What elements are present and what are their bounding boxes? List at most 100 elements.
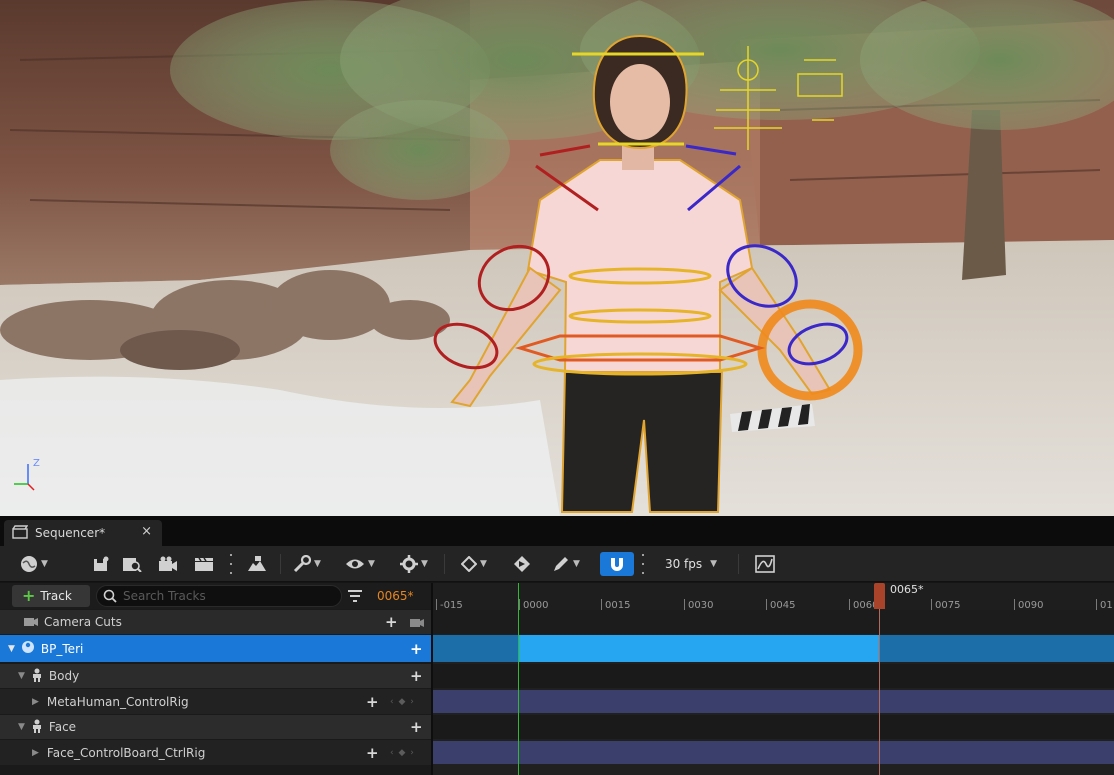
chevron-down-icon: ▼ bbox=[421, 559, 428, 569]
track-outliner: + Track 0065* Camera Cuts + ▼ BP_Teri + … bbox=[0, 583, 432, 775]
toolbar-divider bbox=[444, 554, 445, 574]
add-icon[interactable]: + bbox=[366, 744, 379, 762]
search-box[interactable] bbox=[96, 585, 342, 607]
track-label: Body bbox=[48, 669, 80, 683]
magnet-icon bbox=[611, 558, 623, 571]
save-button[interactable] bbox=[90, 552, 112, 576]
track-row-body[interactable]: ▼ Body + bbox=[0, 664, 432, 688]
track-row-face[interactable]: ▼ Face + bbox=[0, 715, 432, 739]
curve-editor-button[interactable] bbox=[752, 552, 778, 576]
add-track-button[interactable]: + Track bbox=[12, 585, 90, 607]
edit-mode-menu[interactable]: ▼ bbox=[546, 552, 586, 576]
skeleton-icon bbox=[31, 668, 43, 685]
find-icon bbox=[123, 558, 142, 572]
search-icon bbox=[103, 589, 117, 603]
chevron-down-icon: ▼ bbox=[41, 559, 48, 569]
chevron-down-icon: ▼ bbox=[314, 559, 321, 569]
close-icon[interactable]: × bbox=[141, 524, 152, 539]
clapper-button[interactable] bbox=[192, 552, 216, 576]
chevron-down-icon: ▼ bbox=[480, 559, 487, 569]
playhead-line[interactable] bbox=[879, 583, 880, 775]
settings-menu[interactable]: ▼ bbox=[394, 552, 434, 576]
lane-bp-teri[interactable] bbox=[433, 635, 1114, 662]
current-frame-readout[interactable]: 0065* bbox=[377, 589, 414, 603]
key-navigation[interactable]: ‹ ◆ › bbox=[390, 697, 415, 707]
expand-arrow-icon[interactable]: ▼ bbox=[18, 722, 25, 732]
time-ruler[interactable]: -015 0000 0015 0030 0045 0060 0075 0090 01 bbox=[433, 583, 1114, 611]
playback-start-marker[interactable] bbox=[518, 583, 519, 775]
track-label: Camera Cuts bbox=[44, 615, 122, 629]
find-asset-button[interactable] bbox=[120, 552, 144, 576]
plus-icon: + bbox=[22, 586, 36, 605]
eye-icon bbox=[346, 559, 365, 569]
section-metahuman-controlrig[interactable] bbox=[433, 690, 1114, 713]
toolbar-divider bbox=[738, 554, 739, 574]
key-diamond-icon bbox=[461, 556, 478, 572]
filter-icon[interactable] bbox=[347, 589, 363, 603]
track-row-metahuman-controlrig[interactable]: ▶ MetaHuman_ControlRig + ‹ ◆ › bbox=[0, 689, 432, 714]
timeline-area[interactable]: -015 0000 0015 0030 0045 0060 0075 0090 01 0065* bbox=[433, 583, 1114, 775]
snap-toggle-button[interactable] bbox=[600, 552, 634, 576]
wrench-icon bbox=[293, 555, 312, 573]
track-label: Face_ControlBoard_CtrlRig bbox=[46, 745, 206, 760]
level-viewport[interactable]: Z bbox=[0, 0, 1114, 516]
section-bp-teri[interactable] bbox=[518, 635, 879, 662]
chevron-down-icon: ▼ bbox=[368, 559, 375, 569]
track-row-face-controlboard[interactable]: ▶ Face_ControlBoard_CtrlRig + ‹ ◆ › bbox=[0, 740, 432, 765]
track-label: MetaHuman_ControlRig bbox=[46, 694, 189, 709]
add-icon[interactable]: + bbox=[410, 667, 423, 685]
collapse-arrow-icon[interactable]: ▶ bbox=[32, 748, 39, 758]
frame-rate-select[interactable]: 30 fps ▼ bbox=[658, 552, 724, 576]
collapse-arrow-icon[interactable]: ▶ bbox=[32, 697, 39, 707]
render-icon bbox=[248, 556, 266, 571]
actor-icon bbox=[21, 640, 35, 657]
world-button[interactable]: ▼ bbox=[14, 552, 54, 576]
add-icon[interactable]: + bbox=[385, 613, 398, 631]
tab-sequencer[interactable]: Sequencer* × bbox=[4, 520, 162, 546]
character-face bbox=[610, 64, 670, 140]
viewport-scene: Z bbox=[0, 0, 1114, 516]
skeleton-icon bbox=[31, 719, 43, 736]
curve-editor-icon bbox=[755, 555, 775, 573]
axis-z-label: Z bbox=[33, 458, 40, 469]
camera-button[interactable] bbox=[156, 552, 180, 576]
lane-face[interactable] bbox=[433, 715, 1114, 739]
track-row-camera-cuts[interactable]: Camera Cuts + bbox=[0, 610, 432, 634]
add-icon[interactable]: + bbox=[410, 640, 423, 658]
chevron-down-icon: ▼ bbox=[710, 559, 718, 569]
autokey-icon bbox=[514, 556, 530, 572]
camera-cuts-icon bbox=[24, 615, 38, 630]
track-row-bp-teri[interactable]: ▼ BP_Teri + bbox=[0, 635, 432, 662]
outliner-header: + Track 0065* bbox=[0, 583, 432, 609]
tools-menu[interactable]: ▼ bbox=[288, 552, 326, 576]
chevron-down-icon: ▼ bbox=[573, 559, 580, 569]
lane-body[interactable] bbox=[433, 664, 1114, 688]
view-options-menu[interactable]: ▼ bbox=[340, 552, 380, 576]
expand-arrow-icon[interactable]: ▼ bbox=[8, 644, 15, 654]
camera-icon bbox=[159, 556, 177, 571]
toolbar-divider bbox=[280, 554, 281, 574]
key-interpolation-menu[interactable]: ▼ bbox=[454, 552, 494, 576]
sequencer-icon bbox=[12, 524, 29, 542]
toolbar-overflow-handle[interactable] bbox=[229, 554, 233, 574]
section-face-controlboard[interactable] bbox=[433, 741, 1114, 764]
save-icon bbox=[94, 556, 109, 571]
track-label: Face bbox=[48, 720, 77, 734]
add-track-label: Track bbox=[40, 589, 72, 603]
add-icon[interactable]: + bbox=[366, 693, 379, 711]
camera-lock-icon[interactable] bbox=[410, 616, 424, 631]
sequencer-toolbar: ▼ ▼ ▼ ▼ ▼ ▼ 30 fps ▼ bbox=[0, 546, 1114, 582]
add-icon[interactable]: + bbox=[410, 718, 423, 736]
snap-options-handle[interactable] bbox=[641, 554, 645, 574]
search-input[interactable] bbox=[123, 589, 333, 603]
render-movie-button[interactable] bbox=[244, 552, 270, 576]
gear-icon bbox=[400, 555, 419, 573]
pencil-icon bbox=[554, 557, 569, 571]
expand-arrow-icon[interactable]: ▼ bbox=[18, 671, 25, 681]
autokey-button[interactable] bbox=[510, 552, 534, 576]
lane-camera-cuts[interactable] bbox=[433, 610, 1114, 634]
playhead-handle[interactable] bbox=[874, 583, 885, 609]
tab-title: Sequencer* bbox=[35, 526, 106, 540]
key-navigation[interactable]: ‹ ◆ › bbox=[390, 748, 415, 758]
playhead-frame-label: 0065* bbox=[890, 583, 924, 596]
